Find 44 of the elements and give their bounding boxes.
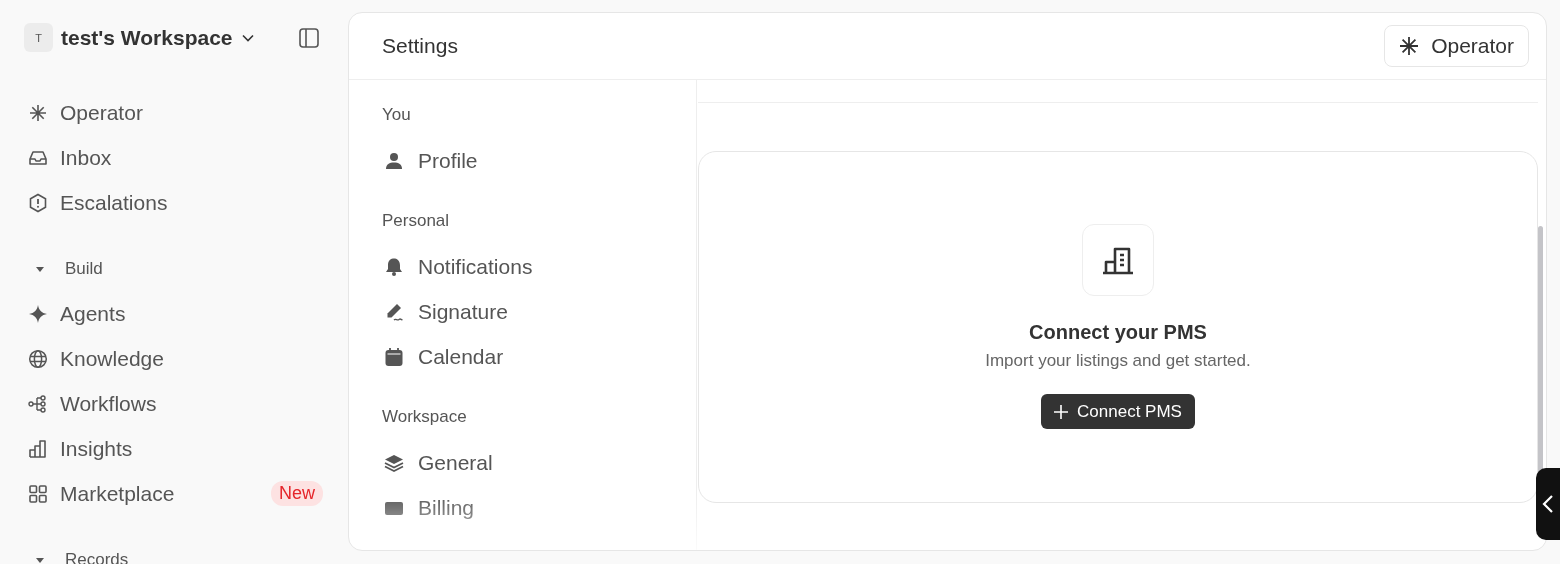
sidebar-item[interactable]: Agents <box>24 291 324 336</box>
settings-nav-item[interactable]: General <box>382 440 663 485</box>
asterisk-icon <box>28 102 48 123</box>
asterisk-icon <box>1399 36 1420 56</box>
bell-icon <box>384 256 404 277</box>
alert-icon <box>28 192 48 213</box>
grid-icon <box>28 483 48 504</box>
section-heading: Personal <box>382 211 451 232</box>
sidebar-item[interactable]: Inbox <box>24 135 324 180</box>
connect-button[interactable]: Connect PMS <box>1041 394 1195 429</box>
sidebar-toggle-icon[interactable] <box>298 26 320 49</box>
group-header[interactable]: Build <box>24 247 324 291</box>
empty-state-text: Import your listings and get started. <box>985 351 1251 371</box>
page-title: Settings <box>382 34 458 58</box>
sidebar-item[interactable]: Marketplace New <box>24 471 324 516</box>
workspace-switcher[interactable]: T test's Workspace <box>24 23 255 52</box>
chart-icon <box>28 438 48 459</box>
sidebar-item[interactable]: Knowledge <box>24 336 324 381</box>
sidebar-item[interactable]: Operator <box>24 90 324 135</box>
new-badge: New <box>271 481 323 506</box>
building-icon <box>1101 245 1135 275</box>
chevron-left-icon <box>1542 494 1554 514</box>
settings-nav-item[interactable]: Profile <box>382 138 663 183</box>
workflow-icon <box>28 393 48 414</box>
sidebar-item[interactable]: Workflows <box>24 381 324 426</box>
sidebar-item[interactable]: Escalations <box>24 180 324 225</box>
settings-nav-item[interactable]: Notifications <box>382 244 663 289</box>
section-heading: Workspace <box>382 407 468 428</box>
settings-nav-item[interactable]: Billing <box>382 485 663 530</box>
sidebar-item[interactable]: Insights <box>24 426 324 471</box>
collapse-tab[interactable] <box>1536 468 1560 540</box>
section-heading: You <box>382 105 412 126</box>
layers-icon <box>384 452 404 473</box>
caret-icon <box>35 264 45 274</box>
person-icon <box>384 150 404 171</box>
calendar-icon <box>384 346 404 367</box>
caret-icon <box>35 555 45 564</box>
globe-icon <box>28 348 48 369</box>
operator-button[interactable]: Operator <box>1384 25 1529 67</box>
workspace-avatar: T <box>24 23 53 52</box>
settings-nav-item[interactable]: Signature <box>382 289 663 334</box>
settings-nav-item[interactable]: Calendar <box>382 334 663 379</box>
empty-state-title: Connect your PMS <box>1029 321 1207 344</box>
plus-icon <box>1054 404 1069 419</box>
